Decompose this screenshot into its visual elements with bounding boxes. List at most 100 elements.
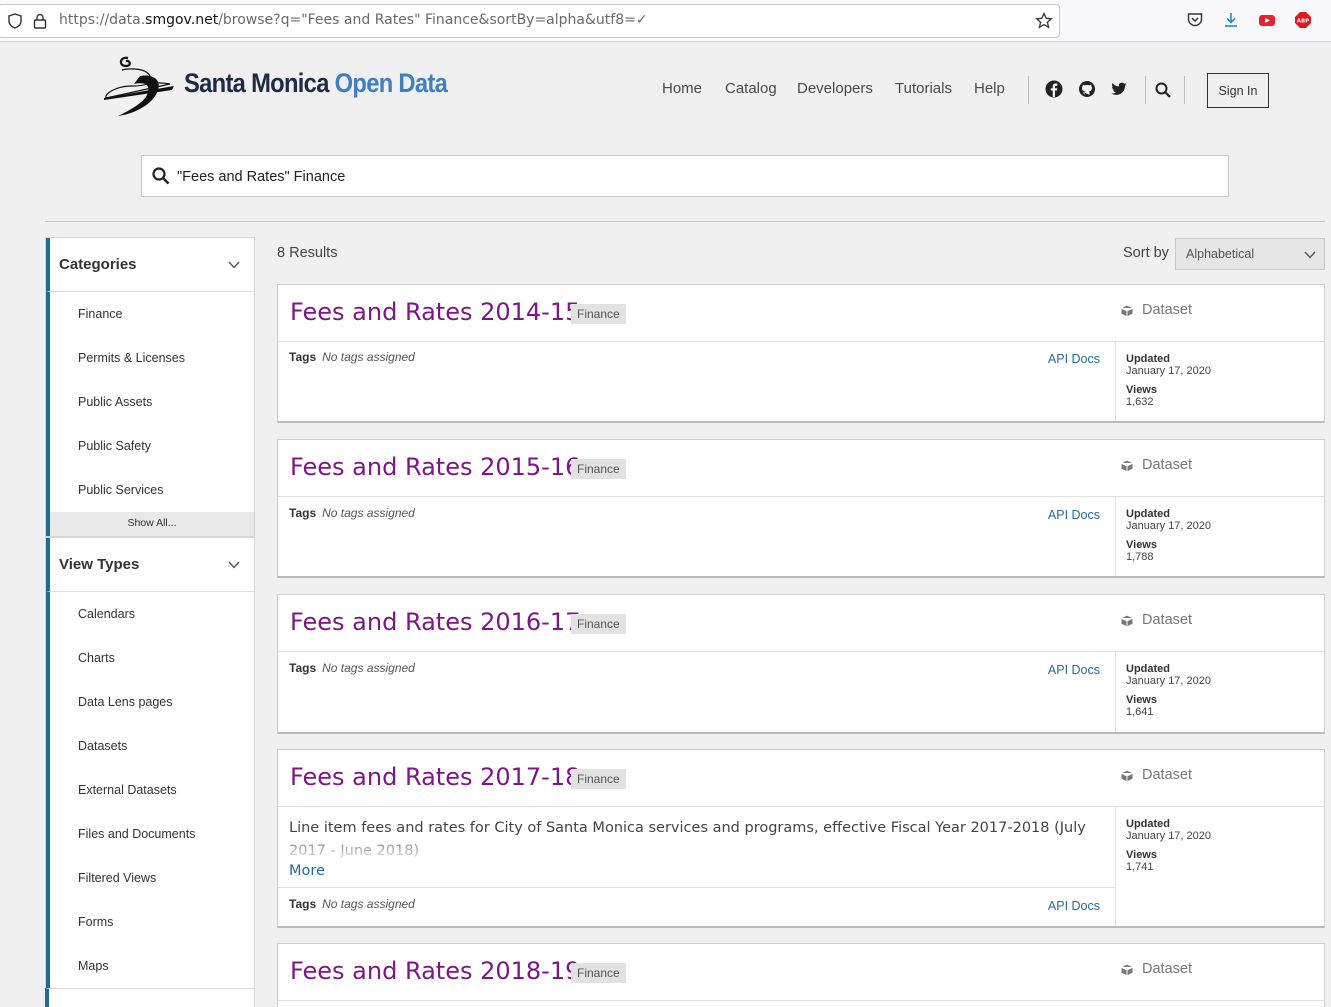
category-item-finance[interactable]: Finance: [46, 292, 254, 336]
nav-home[interactable]: Home: [662, 80, 702, 97]
logo-swoosh-icon: [104, 56, 174, 116]
result-title-link[interactable]: Fees and Rates 2016-17: [290, 608, 580, 636]
sort-label: Sort by: [1123, 245, 1169, 261]
result-card: Fees and Rates 2018-19 Finance Dataset: [277, 943, 1325, 1007]
category-item-public-safety[interactable]: Public Safety: [46, 424, 254, 468]
view-type-item-maps[interactable]: Maps: [46, 944, 254, 988]
youtube-extension-icon[interactable]: [1258, 11, 1276, 29]
view-type-item-filtered-views[interactable]: Filtered Views: [46, 856, 254, 900]
github-icon[interactable]: [1078, 80, 1096, 98]
view-types-title: View Types: [59, 556, 140, 573]
view-type-item-datasets[interactable]: Datasets: [46, 724, 254, 768]
tags-divider: [278, 887, 1115, 888]
chevron-down-icon: [228, 261, 240, 269]
api-docs-link[interactable]: API Docs: [1048, 663, 1100, 677]
nav-separator: [1145, 76, 1146, 104]
svg-text:ABP: ABP: [1297, 19, 1309, 25]
sign-in-button[interactable]: Sign In: [1207, 73, 1269, 108]
category-item-public-assets[interactable]: Public Assets: [46, 380, 254, 424]
next-facet-header[interactable]: [45, 988, 255, 1007]
nav-tutorials[interactable]: Tutorials: [895, 80, 952, 97]
dataset-cube-icon: [1120, 769, 1134, 783]
category-badge[interactable]: Finance: [571, 769, 626, 789]
result-card: Fees and Rates 2015-16 Finance Dataset T…: [277, 439, 1325, 578]
view-type-item-files-documents[interactable]: Files and Documents: [46, 812, 254, 856]
category-badge[interactable]: Finance: [571, 963, 626, 983]
result-title-link[interactable]: Fees and Rates 2015-16: [290, 453, 580, 481]
download-icon[interactable]: [1222, 11, 1240, 29]
result-metadata: Updated January 17, 2020 Views 1,632: [1115, 342, 1324, 421]
result-card: Fees and Rates 2017-18 Finance Dataset L…: [277, 749, 1325, 928]
categories-facet: Categories Finance Permits & Licenses Pu…: [45, 237, 255, 537]
more-link[interactable]: More: [289, 863, 325, 879]
url-text[interactable]: https://data.smgov.net/browse?q="Fees an…: [59, 12, 648, 28]
view-types-facet-header[interactable]: View Types: [46, 538, 254, 592]
category-badge[interactable]: Finance: [571, 459, 626, 479]
tags-row: Tags No tags assigned: [289, 350, 415, 364]
bookmark-star-icon[interactable]: [1035, 12, 1053, 30]
category-badge[interactable]: Finance: [571, 614, 626, 634]
header-divider: [45, 221, 1325, 222]
pocket-icon[interactable]: [1186, 11, 1204, 29]
adblock-icon[interactable]: ABP: [1294, 11, 1312, 29]
chevron-down-icon: [228, 561, 240, 569]
view-type-item-data-lens-pages[interactable]: Data Lens pages: [46, 680, 254, 724]
result-title-link[interactable]: Fees and Rates 2017-18: [290, 763, 580, 791]
category-badge[interactable]: Finance: [571, 304, 626, 324]
tags-row: Tags No tags assigned: [289, 506, 415, 520]
show-all-link[interactable]: Show All...: [46, 512, 254, 536]
result-card: Fees and Rates 2016-17 Finance Dataset T…: [277, 594, 1325, 734]
api-docs-link[interactable]: API Docs: [1048, 352, 1100, 366]
result-metadata: Updated January 17, 2020 Views 1,641: [1115, 652, 1324, 732]
view-type-item-calendars[interactable]: Calendars: [46, 592, 254, 636]
twitter-icon[interactable]: [1110, 80, 1128, 98]
dataset-cube-icon: [1120, 459, 1134, 473]
search-box: [141, 155, 1229, 197]
logo-text-open-data: Open Data: [334, 68, 448, 98]
result-metadata: Updated January 17, 2020 Views 1,788: [1115, 497, 1324, 576]
result-title-link[interactable]: Fees and Rates 2018-19: [290, 957, 580, 985]
facebook-icon[interactable]: [1045, 80, 1063, 98]
category-item-public-services[interactable]: Public Services: [46, 468, 254, 512]
dataset-type-label: Dataset: [1120, 767, 1192, 783]
dataset-type-label: Dataset: [1120, 961, 1192, 977]
sort-selected-value: Alphabetical: [1186, 247, 1255, 261]
view-type-item-forms[interactable]: Forms: [46, 900, 254, 944]
search-icon: [152, 167, 170, 185]
browser-toolbar: https://data.smgov.net/browse?q="Fees an…: [0, 0, 1331, 42]
dataset-cube-icon: [1120, 963, 1134, 977]
sort-select[interactable]: Alphabetical: [1175, 238, 1325, 270]
tags-row: Tags No tags assigned: [289, 897, 415, 911]
shield-icon[interactable]: [7, 13, 23, 29]
logo-text-santa-monica: Santa Monica: [184, 68, 329, 98]
view-type-item-external-datasets[interactable]: External Datasets: [46, 768, 254, 812]
nav-help[interactable]: Help: [974, 80, 1005, 97]
categories-title: Categories: [59, 256, 137, 273]
result-count: 8 Results: [277, 245, 338, 261]
nav-separator: [1184, 76, 1185, 104]
view-type-item-charts[interactable]: Charts: [46, 636, 254, 680]
result-title-link[interactable]: Fees and Rates 2014-15: [290, 298, 580, 326]
search-icon[interactable]: [1155, 82, 1171, 98]
api-docs-link[interactable]: API Docs: [1048, 508, 1100, 522]
categories-facet-header[interactable]: Categories: [46, 238, 254, 292]
result-card: Fees and Rates 2014-15 Finance Dataset T…: [277, 284, 1325, 423]
dataset-type-label: Dataset: [1120, 302, 1192, 318]
lock-icon[interactable]: [33, 13, 47, 29]
dataset-type-label: Dataset: [1120, 457, 1192, 473]
nav-developers[interactable]: Developers: [797, 80, 873, 97]
address-bar[interactable]: https://data.smgov.net/browse?q="Fees an…: [0, 4, 1060, 38]
site-logo[interactable]: Santa Monica Open Data: [100, 54, 448, 118]
nav-catalog[interactable]: Catalog: [725, 80, 777, 97]
dataset-cube-icon: [1120, 304, 1134, 318]
category-item-permits-licenses[interactable]: Permits & Licenses: [46, 336, 254, 380]
view-types-facet: View Types Calendars Charts Data Lens pa…: [45, 537, 255, 989]
chevron-down-icon: [1304, 251, 1316, 259]
dataset-cube-icon: [1120, 614, 1134, 628]
nav-separator: [1028, 76, 1029, 104]
tags-row: Tags No tags assigned: [289, 661, 415, 675]
dataset-type-label: Dataset: [1120, 612, 1192, 628]
search-input[interactable]: [177, 165, 1177, 189]
description-fade: [278, 837, 1115, 861]
api-docs-link[interactable]: API Docs: [1048, 899, 1100, 913]
